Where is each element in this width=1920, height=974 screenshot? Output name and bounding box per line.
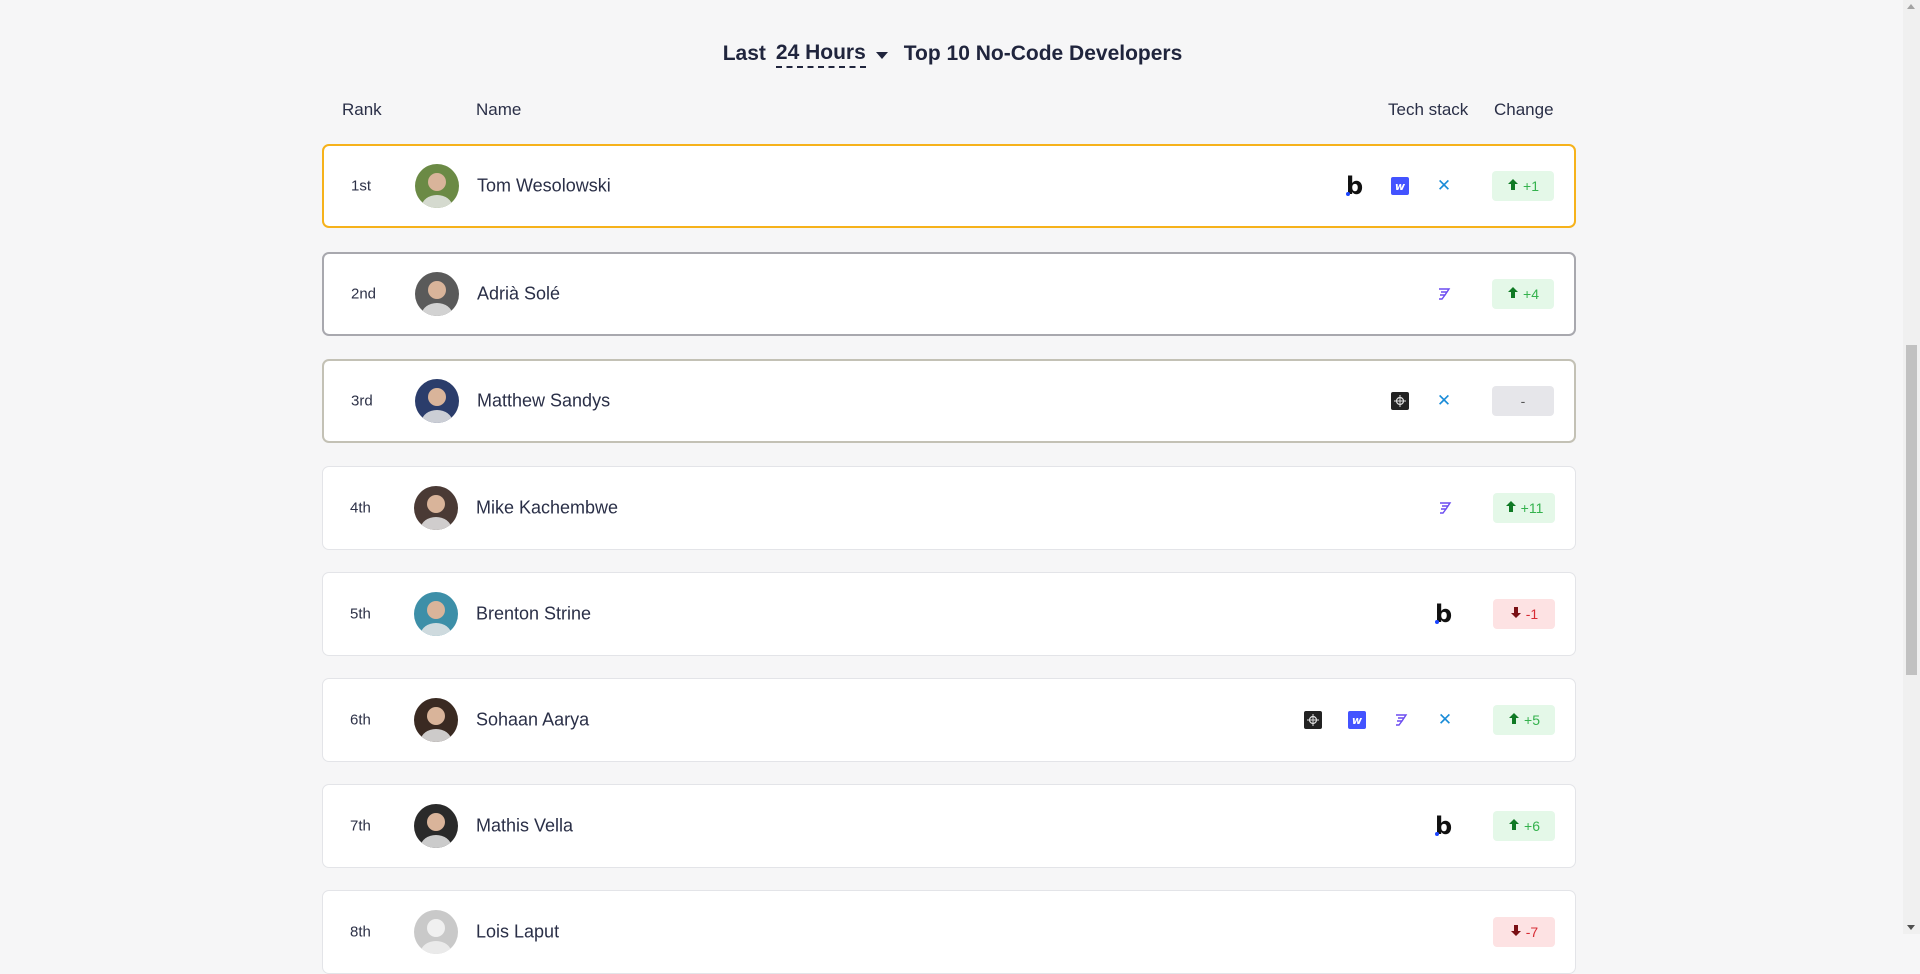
webflow-icon: w (1390, 176, 1410, 196)
xano-icon: ✕ (1437, 710, 1453, 729)
scrollbar-thumb[interactable] (1906, 345, 1917, 675)
flutterflow-icon (1435, 498, 1455, 518)
column-header-rank: Rank (342, 100, 382, 119)
developer-name[interactable]: Tom Wesolowski (477, 176, 611, 197)
scroll-down-icon[interactable] (1907, 925, 1915, 930)
avatar (414, 804, 458, 848)
avatar (415, 379, 459, 423)
change-badge: +11 (1493, 493, 1555, 523)
leaderboard-row[interactable]: 4th Mike Kachembwe +11 (322, 466, 1576, 550)
scrollbar[interactable] (1903, 0, 1920, 934)
bubble-icon: b (1346, 172, 1364, 200)
tech-stack: ✕ (1390, 391, 1454, 411)
arrow-up-icon (1508, 712, 1520, 729)
change-badge: +4 (1492, 279, 1554, 309)
leaderboard-row[interactable]: 3rd Matthew Sandys ✕ - (322, 359, 1576, 443)
developer-name[interactable]: Sohaan Aarya (476, 710, 589, 731)
page-title: Top 10 No-Code Developers (903, 42, 1183, 65)
tech-stack: b w ✕ (1346, 172, 1454, 200)
change-badge: +1 (1492, 171, 1554, 201)
change-badge: +5 (1493, 705, 1555, 735)
rank-label: 8th (350, 923, 371, 941)
change-badge: -7 (1493, 917, 1555, 947)
arrow-up-icon (1507, 178, 1519, 195)
rank-label: 2nd (351, 285, 377, 303)
leaderboard-header: Last 24 Hours Top 10 No-Code Developers (0, 40, 1905, 68)
arrow-up-icon (1505, 500, 1517, 517)
rank-label: 6th (350, 711, 371, 729)
avatar (414, 698, 458, 742)
leaderboard-row[interactable]: 1st Tom Wesolowski b w ✕ +1 (322, 144, 1576, 228)
column-header-change: Change (1494, 100, 1554, 119)
arrow-down-icon (1510, 924, 1522, 941)
tech-stack: w ✕ (1303, 710, 1455, 730)
developer-name[interactable]: Matthew Sandys (477, 391, 610, 412)
leaderboard-row[interactable]: 2nd Adrià Solé +4 (322, 252, 1576, 336)
change-value: +1 (1523, 178, 1539, 194)
chevron-down-icon[interactable] (875, 51, 888, 59)
webflow-icon: w (1347, 710, 1367, 730)
bubble-icon: b (1435, 812, 1453, 840)
rank-label: 1st (351, 177, 372, 195)
change-value: -1 (1525, 606, 1539, 622)
tech-stack: b (1435, 812, 1455, 840)
avatar (414, 486, 458, 530)
change-value: +5 (1524, 712, 1540, 728)
flutterflow-icon (1391, 710, 1411, 730)
rank-label: 7th (350, 817, 371, 835)
xano-icon: ✕ (1436, 391, 1452, 410)
change-badge: - (1492, 386, 1554, 416)
change-badge: +6 (1493, 811, 1555, 841)
change-value: +4 (1523, 286, 1539, 302)
arrow-up-icon (1508, 818, 1520, 835)
developer-name[interactable]: Lois Laput (476, 922, 559, 943)
header-prefix: Last (722, 42, 766, 65)
change-value: +11 (1520, 500, 1544, 516)
avatar (415, 164, 459, 208)
avatar (414, 910, 458, 954)
change-value: +6 (1524, 818, 1540, 834)
tech-stack (1435, 498, 1455, 518)
avatar (415, 272, 459, 316)
arrow-up-icon (1507, 286, 1519, 303)
developer-name[interactable]: Mike Kachembwe (476, 498, 618, 519)
rank-label: 4th (350, 499, 371, 517)
change-badge: -1 (1493, 599, 1555, 629)
column-header-tech-stack: Tech stack (1388, 100, 1469, 119)
xano-icon: ✕ (1436, 176, 1452, 195)
change-value: -7 (1525, 924, 1539, 940)
arrow-down-icon (1510, 606, 1522, 623)
period-dropdown[interactable]: 24 Hours (775, 40, 866, 68)
leaderboard-row[interactable]: 5th Brenton Strine b -1 (322, 572, 1576, 656)
developer-name[interactable]: Adrià Solé (477, 284, 560, 305)
leaderboard-row[interactable]: 7th Mathis Vella b +6 (322, 784, 1576, 868)
softr-icon (1303, 710, 1323, 730)
column-header-name: Name (476, 100, 522, 119)
developer-name[interactable]: Mathis Vella (476, 816, 573, 837)
rank-label: 5th (350, 605, 371, 623)
softr-icon (1390, 391, 1410, 411)
bubble-icon: b (1435, 600, 1453, 628)
tech-stack: b (1435, 600, 1455, 628)
avatar (414, 592, 458, 636)
scroll-up-icon[interactable] (1907, 4, 1915, 9)
tech-stack (1434, 284, 1454, 304)
leaderboard-row[interactable]: 8th Lois Laput -7 (322, 890, 1576, 974)
change-value: - (1520, 393, 1526, 409)
rank-label: 3rd (351, 392, 373, 410)
flutterflow-icon (1434, 284, 1454, 304)
developer-name[interactable]: Brenton Strine (476, 604, 591, 625)
leaderboard-row[interactable]: 6th Sohaan Aarya w ✕ +5 (322, 678, 1576, 762)
